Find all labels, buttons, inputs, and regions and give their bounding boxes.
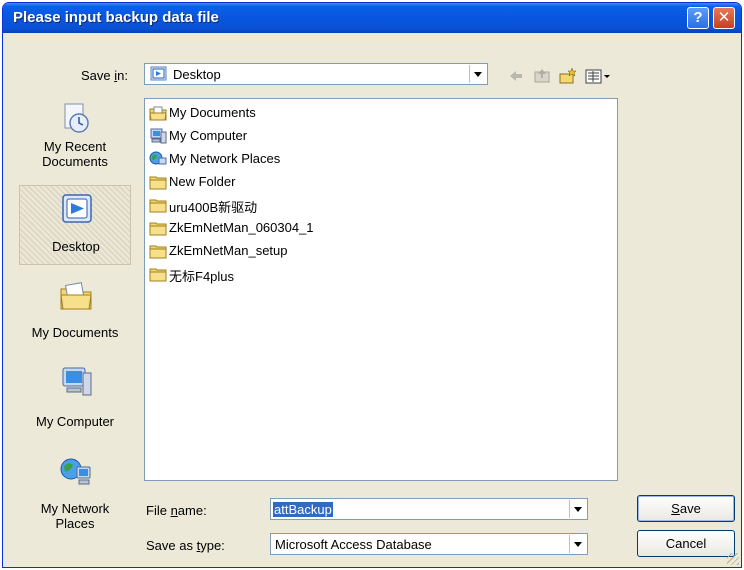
file-name-label: File name:	[146, 503, 207, 518]
close-button[interactable]: ✕	[713, 7, 735, 29]
save-type-label: Save as type:	[146, 538, 225, 553]
desktop-icon	[62, 194, 92, 223]
place-label: My Computer	[35, 414, 115, 429]
help-icon: ?	[693, 9, 703, 26]
save-button[interactable]: Save	[637, 495, 735, 522]
save-in-value: Desktop	[173, 67, 221, 82]
file-name: My Network Places	[169, 151, 281, 166]
place-desktop[interactable]: Desktop	[19, 185, 131, 265]
file-name-field[interactable]: attBackup	[270, 498, 588, 520]
cancel-button[interactable]: Cancel	[637, 530, 735, 557]
save-dialog: Please input backup data file ? ✕ Save i…	[2, 2, 742, 568]
place-label: My Documents	[31, 325, 119, 340]
place-label: Documents	[42, 154, 108, 169]
recent-documents-icon	[64, 103, 89, 133]
place-label: Desktop	[52, 239, 100, 254]
my-computer-icon	[150, 128, 167, 144]
up-folder-icon[interactable]	[533, 67, 551, 85]
help-button[interactable]: ?	[687, 7, 709, 29]
file-name: uru400B新驱动	[169, 200, 258, 215]
place-label: My Network	[40, 501, 110, 516]
file-name: My Documents	[169, 105, 256, 120]
dialog-title: Please input backup data file	[13, 9, 219, 26]
desktop-small-icon	[150, 66, 167, 81]
new-folder-icon[interactable]	[559, 67, 577, 85]
file-list[interactable]: My Documents My Computer My Network Plac…	[144, 98, 618, 481]
file-name-value: attBackup	[273, 502, 333, 517]
save-type-dropdown[interactable]: Microsoft Access Database	[270, 533, 588, 555]
chevron-down-icon[interactable]	[569, 535, 586, 553]
folder-icon	[149, 199, 167, 213]
place-my-documents[interactable]: My Documents	[19, 269, 131, 349]
file-name: New Folder	[169, 174, 236, 189]
network-places-icon	[60, 458, 91, 485]
file-name: ZkEmNetMan_setup	[169, 243, 288, 258]
network-places-icon	[149, 151, 167, 165]
my-documents-folder-icon	[149, 106, 167, 121]
save-in-dropdown[interactable]: Desktop	[144, 63, 488, 85]
file-name: ZkEmNetMan_060304_1	[169, 220, 314, 235]
place-label: My Recent	[43, 139, 107, 154]
place-recent-documents[interactable]: My Recent Documents	[19, 93, 131, 185]
my-documents-icon	[60, 282, 92, 310]
chevron-down-icon[interactable]	[469, 65, 486, 83]
folder-icon	[149, 245, 167, 259]
save-type-value: Microsoft Access Database	[275, 537, 432, 552]
close-icon: ✕	[717, 9, 731, 26]
folder-icon	[149, 176, 167, 190]
places-bar: My Recent Documents Desktop My Documents	[19, 93, 131, 567]
folder-icon	[149, 222, 167, 236]
views-menu-icon[interactable]	[585, 67, 611, 85]
place-label: Places	[55, 516, 95, 531]
chevron-down-icon[interactable]	[569, 500, 586, 518]
resize-grip[interactable]	[727, 553, 739, 565]
place-my-computer[interactable]: My Computer	[19, 357, 131, 437]
back-arrow-icon[interactable]	[507, 67, 525, 85]
place-network-places[interactable]: My Network Places	[19, 445, 131, 537]
title-bar[interactable]: Please input backup data file ? ✕	[3, 3, 741, 33]
file-name: 无标F4plus	[169, 269, 235, 284]
folder-icon	[149, 268, 167, 282]
my-computer-icon	[62, 367, 92, 396]
file-name: My Computer	[169, 128, 248, 143]
save-in-label: Save in:	[81, 68, 128, 83]
